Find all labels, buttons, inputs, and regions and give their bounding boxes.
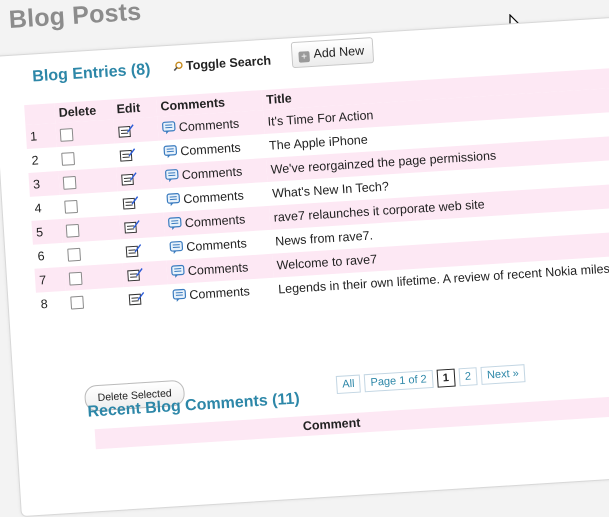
comments-link[interactable]: Comments — [184, 212, 245, 230]
row-number: 3 — [28, 171, 59, 197]
delete-checkbox[interactable] — [64, 200, 78, 214]
toggle-search-label: Toggle Search — [186, 54, 272, 73]
row-number: 1 — [25, 123, 56, 149]
comment-bubble-icon — [172, 289, 187, 304]
edit-icon[interactable] — [125, 243, 142, 258]
edit-cell — [122, 260, 167, 287]
delete-cell — [66, 287, 125, 315]
edit-cell — [119, 213, 164, 240]
comments-link[interactable]: Comments — [186, 236, 247, 254]
edit-icon[interactable] — [124, 219, 141, 234]
edit-cell — [118, 189, 163, 216]
delete-cell — [60, 191, 119, 219]
page-title: Blog Posts — [8, 0, 142, 35]
comment-bubble-icon — [163, 145, 178, 160]
comments-link[interactable]: Comments — [189, 284, 250, 302]
edit-icon[interactable] — [121, 171, 138, 186]
comment-bubble-icon — [166, 193, 181, 208]
row-number: 8 — [36, 291, 67, 317]
edit-cell — [124, 284, 169, 311]
blog-posts-panel: Blog Entries (8) Toggle Search +Add New … — [0, 13, 609, 517]
add-new-label: Add New — [313, 44, 365, 61]
edit-cell — [121, 237, 166, 264]
comment-bubble-icon — [164, 169, 179, 184]
pagination: All Page 1 of 2 1 2 Next » — [336, 364, 527, 394]
delete-cell — [57, 143, 116, 171]
delete-checkbox[interactable] — [61, 152, 75, 166]
delete-cell — [61, 215, 120, 243]
comments-link[interactable]: Comments — [178, 116, 239, 134]
delete-checkbox[interactable] — [69, 272, 83, 286]
comments-link[interactable]: Comments — [181, 164, 242, 182]
edit-icon[interactable] — [122, 195, 139, 210]
pager-info: Page 1 of 2 — [364, 370, 433, 392]
delete-cell — [64, 263, 123, 291]
edit-icon[interactable] — [128, 291, 145, 306]
delete-checkbox[interactable] — [60, 128, 74, 142]
column-header-comment: Comment — [302, 416, 360, 434]
delete-cell — [63, 239, 122, 267]
edit-cell — [113, 117, 158, 144]
edit-cell — [115, 141, 160, 168]
row-number: 2 — [27, 147, 58, 173]
magnifier-icon — [173, 61, 184, 72]
plus-icon: + — [298, 51, 310, 63]
pager-page-1[interactable]: 1 — [436, 369, 455, 388]
comments-link[interactable]: Comments — [187, 260, 248, 278]
delete-cell — [55, 120, 114, 148]
delete-checkbox[interactable] — [66, 224, 80, 238]
comments-link[interactable]: Comments — [183, 188, 244, 206]
row-number: 6 — [33, 243, 64, 269]
edit-icon[interactable] — [119, 148, 136, 163]
add-new-button[interactable]: +Add New — [291, 37, 374, 68]
delete-checkbox[interactable] — [67, 248, 81, 262]
row-number: 7 — [34, 267, 65, 293]
comments-link[interactable]: Comments — [180, 140, 241, 158]
blog-entries-title: Blog Entries (8) — [32, 61, 151, 86]
comment-bubble-icon — [171, 265, 186, 280]
delete-checkbox[interactable] — [63, 176, 77, 190]
delete-cell — [58, 167, 117, 195]
edit-cell — [116, 165, 161, 192]
pager-next-link[interactable]: Next » — [481, 364, 526, 385]
pager-page-2[interactable]: 2 — [458, 367, 477, 386]
delete-checkbox[interactable] — [70, 296, 84, 310]
edit-icon[interactable] — [127, 267, 144, 282]
row-number: 5 — [31, 219, 62, 245]
comment-bubble-icon — [167, 217, 182, 232]
edit-icon[interactable] — [118, 124, 135, 139]
comment-bubble-icon — [161, 121, 176, 136]
toggle-search-link[interactable]: Toggle Search — [173, 54, 272, 74]
blog-entries-table: Delete Edit Comments Title 1CommentsIt's… — [24, 65, 609, 317]
pager-all-link[interactable]: All — [336, 375, 361, 394]
comment-bubble-icon — [169, 241, 184, 256]
row-number: 4 — [30, 195, 61, 221]
column-header-edit: Edit — [112, 97, 157, 120]
